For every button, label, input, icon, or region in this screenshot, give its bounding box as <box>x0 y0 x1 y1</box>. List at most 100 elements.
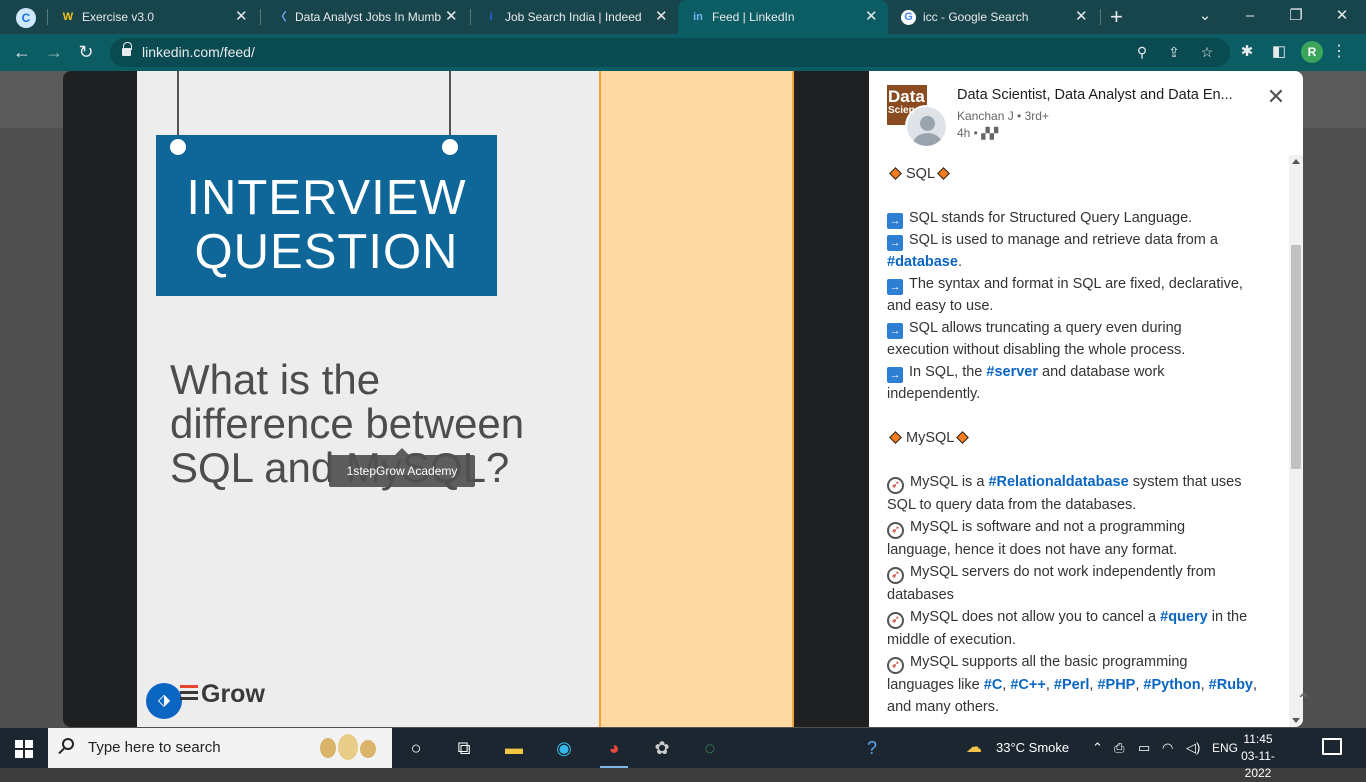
post-line: databases <box>887 587 954 603</box>
bullseye-arrow-icon: ➶ <box>887 522 904 539</box>
tab-exercise[interactable]: W Exercise v3.0 ✕ <box>48 0 259 34</box>
reload-icon[interactable]: ↻ <box>74 40 98 64</box>
right-arrow-icon: → <box>887 367 903 383</box>
address-bar[interactable]: linkedin.com/feed/ ⚲ ⇪ ☆ <box>110 38 1230 67</box>
scroll-up-icon[interactable] <box>1292 159 1300 164</box>
tab-naukri[interactable]: 〈 Data Analyst Jobs In Mumb ✕ <box>261 0 469 34</box>
tab-linkedin[interactable]: in Feed | LinkedIn ✕ <box>678 0 888 34</box>
author-name[interactable]: Kanchan J • 3rd+ <box>957 109 1049 123</box>
close-tab-icon[interactable]: ✕ <box>445 0 458 34</box>
close-tab-icon[interactable]: ✕ <box>1075 0 1088 34</box>
bullseye-arrow-icon: ➶ <box>887 657 904 674</box>
post-line: SQL to query data from the databases. <box>887 497 1137 513</box>
spinner-app-icon[interactable]: ◌ <box>686 728 734 768</box>
google-icon: G <box>901 10 916 25</box>
tab-google[interactable]: G icc - Google Search ✕ <box>889 0 1099 34</box>
close-icon[interactable]: ✕ <box>1263 84 1289 110</box>
sign-line-2: QUESTION <box>194 225 459 279</box>
bullseye-arrow-icon: ➶ <box>887 567 904 584</box>
weather-icon[interactable]: ☁ <box>966 728 982 768</box>
clock-date: 03-11-2022 <box>1241 749 1275 780</box>
hashtag-link[interactable]: #Relationaldatabase <box>988 474 1128 490</box>
meet-icon[interactable]: ⎙ <box>1114 728 1124 768</box>
browser-tab-strip: C W Exercise v3.0 ✕ 〈 Data Analyst Jobs … <box>0 0 1366 34</box>
sign-pin <box>442 139 458 155</box>
post-line: languages like #C, #C++, #Perl, #PHP, #P… <box>887 677 1258 693</box>
help-icon[interactable]: ? <box>848 728 896 768</box>
hashtag-link[interactable]: #Perl <box>1054 677 1089 693</box>
extensions-icon[interactable]: ✱ <box>1236 40 1258 64</box>
tab-title: Exercise v3.0 <box>82 10 155 24</box>
indeed-icon: i <box>489 11 493 23</box>
minimize-icon[interactable]: – <box>1230 0 1270 34</box>
hashtag-link[interactable]: #Ruby <box>1209 677 1253 693</box>
windows-taskbar: Type here to search ○ ⧉ ▬ ◉ ◕ ✿ ◌ ? ☁ 33… <box>0 728 1366 780</box>
weather-text[interactable]: 33°C Smoke <box>996 728 1069 768</box>
notification-icon[interactable] <box>1322 738 1342 755</box>
hashtag-link[interactable]: #PHP <box>1097 677 1135 693</box>
hashtag-link[interactable]: #database <box>887 254 958 270</box>
post-line: middle of execution. <box>887 632 1016 648</box>
app-icon[interactable]: ✿ <box>638 728 686 768</box>
chrome-profile-icon[interactable]: C <box>16 8 36 28</box>
tab-separator <box>1100 9 1101 25</box>
new-tab-icon[interactable]: + <box>1110 4 1123 30</box>
more-menu-icon[interactable]: ⋮ <box>1331 40 1347 64</box>
orange-diamond-icon <box>889 431 902 445</box>
zoom-icon[interactable]: ⚲ <box>1131 38 1153 67</box>
close-tab-icon[interactable]: ✕ <box>655 0 668 34</box>
close-tab-icon[interactable]: ✕ <box>865 0 878 34</box>
hashtag-link[interactable]: #C++ <box>1010 677 1045 693</box>
chrome-icon[interactable]: ◕ <box>590 728 638 768</box>
tab-title: icc - Google Search <box>923 10 1029 24</box>
post-scrollbar[interactable] <box>1289 155 1303 727</box>
hashtag-link[interactable]: #query <box>1160 609 1208 625</box>
back-icon[interactable]: ← <box>10 40 34 64</box>
restore-icon[interactable]: ❐ <box>1276 0 1316 34</box>
tab-indeed[interactable]: i Job Search India | Indeed ✕ <box>471 0 677 34</box>
sign-pin <box>170 139 186 155</box>
bookmark-star-icon[interactable]: ☆ <box>1196 38 1218 67</box>
cortana-icon[interactable]: ○ <box>392 728 440 768</box>
profile-avatar[interactable]: R <box>1301 41 1323 63</box>
share-icon[interactable]: ⇪ <box>1163 38 1185 67</box>
hashtag-link[interactable]: #server <box>986 364 1038 380</box>
edge-icon[interactable]: ◉ <box>540 728 588 768</box>
forward-icon[interactable]: → <box>42 40 66 64</box>
task-view-icon[interactable]: ⧉ <box>440 728 488 768</box>
grow-logo-mark <box>180 685 198 703</box>
system-clock[interactable]: 11:45 03-11-2022 <box>1228 731 1288 782</box>
taskbar-search[interactable]: Type here to search <box>48 728 392 768</box>
hashtag-link[interactable]: #C <box>984 677 1003 693</box>
collapse-chevron-icon[interactable]: ⌃ <box>1296 690 1311 711</box>
right-arrow-icon: → <box>887 323 903 339</box>
close-tab-icon[interactable]: ✕ <box>235 0 248 34</box>
scroll-down-icon[interactable] <box>1292 718 1300 723</box>
battery-icon[interactable]: ▭ <box>1138 728 1150 768</box>
hashtag-link[interactable]: #Python <box>1143 677 1200 693</box>
side-panel-icon[interactable]: ◧ <box>1268 40 1290 64</box>
bullseye-arrow-icon: ➶ <box>887 612 904 629</box>
scrollbar-thumb[interactable] <box>1291 245 1301 469</box>
file-explorer-icon[interactable]: ▬ <box>490 728 538 768</box>
group-title-link[interactable]: Data Scientist, Data Analyst and Data En… <box>957 87 1257 103</box>
author-avatar[interactable] <box>905 105 948 148</box>
tray-expand-icon[interactable]: ⌃ <box>1092 728 1103 768</box>
close-window-icon[interactable]: ✕ <box>1322 0 1362 34</box>
tab-search-icon[interactable]: ⌄ <box>1185 0 1225 34</box>
url-text[interactable]: linkedin.com/feed/ <box>142 38 255 67</box>
tag-icon[interactable]: ⬗ <box>146 683 182 719</box>
naukri-icon: 〈 <box>275 11 287 23</box>
post-line: ➶ MySQL is a #Relationaldatabase system t… <box>887 471 1279 494</box>
lock-icon[interactable] <box>122 42 132 57</box>
post-line: ➶ MySQL is software and not a programming <box>887 516 1279 539</box>
image-side-band <box>599 71 794 727</box>
post-line: → The syntax and format in SQL are fixed,… <box>887 273 1279 295</box>
post-line: ➶ MySQL does not allow you to cancel a #q… <box>887 606 1279 629</box>
search-icon <box>62 738 74 750</box>
volume-icon[interactable]: ◁) <box>1186 728 1200 768</box>
post-line: #database. <box>887 254 962 270</box>
wifi-icon[interactable]: ◠ <box>1162 728 1173 768</box>
windows-start-icon[interactable] <box>0 728 48 768</box>
linkedin-icon: in <box>693 11 703 23</box>
